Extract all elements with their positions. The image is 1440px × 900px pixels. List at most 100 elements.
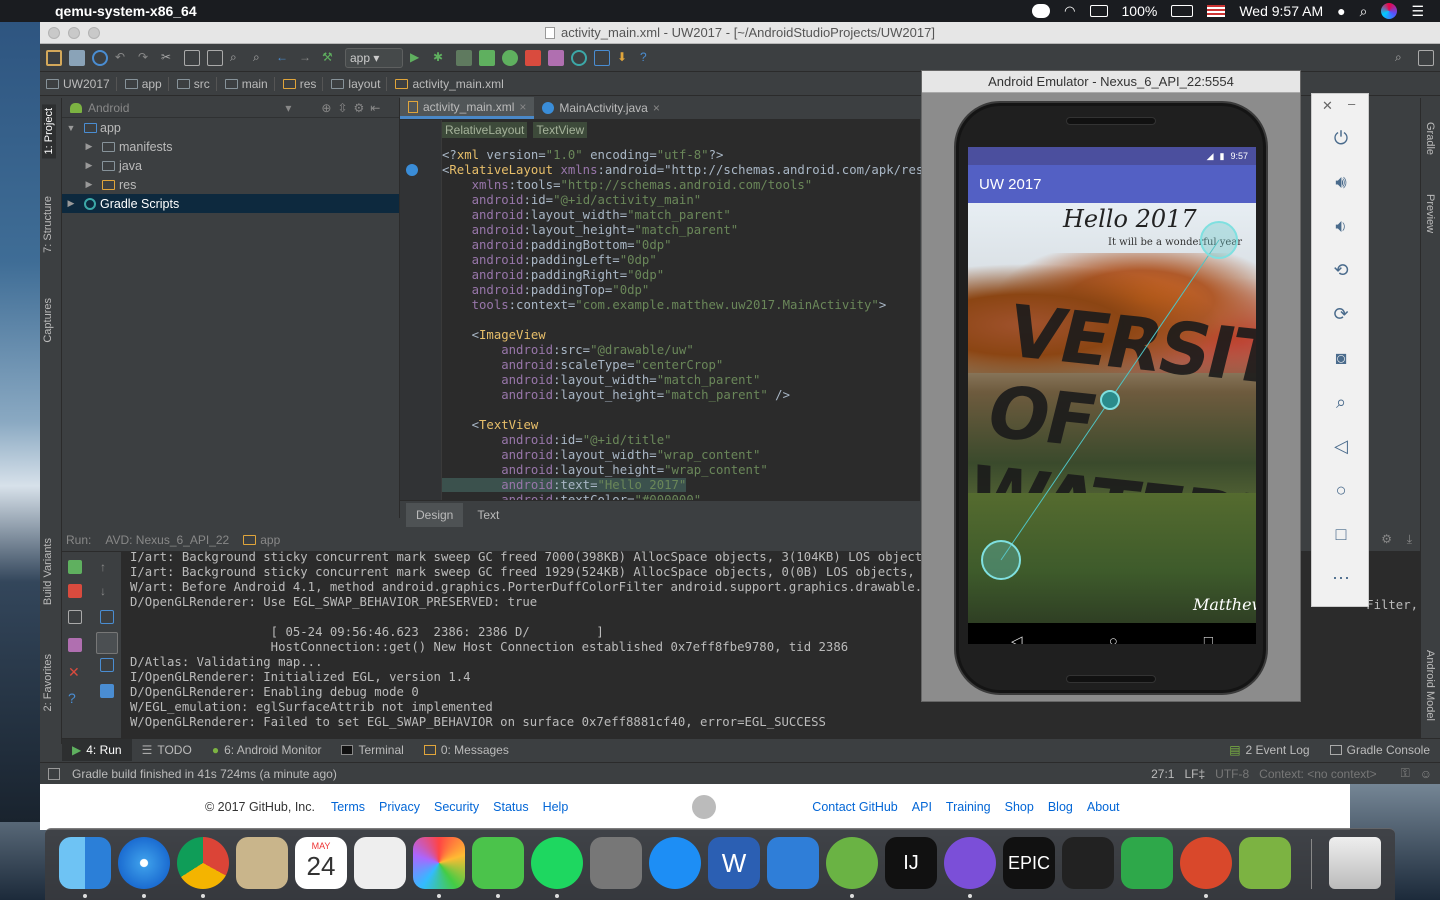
tool-tab-preview[interactable]: Preview (1424, 194, 1436, 233)
run-config-tab[interactable]: AVD: Nexus_6_API_22 (105, 533, 229, 547)
redo-icon[interactable]: ↷ (138, 50, 154, 66)
tool-tab-structure[interactable]: 7: Structure (42, 196, 54, 253)
log-line[interactable]: W/art: Before Android 4.1, method androi… (130, 580, 967, 595)
tree-item-res[interactable]: ▶ res (62, 175, 399, 194)
make-project-icon[interactable]: ⚒ (322, 50, 338, 66)
vectorize-icon[interactable] (1121, 837, 1173, 889)
sync-icon[interactable] (92, 49, 108, 66)
breadcrumb-file[interactable]: activity_main.xml (395, 77, 509, 91)
spotify-icon[interactable] (531, 837, 583, 889)
photos-icon[interactable] (413, 837, 465, 889)
cut-icon[interactable]: ✂ (161, 50, 177, 66)
log-line[interactable]: HostConnection::get() New Host Connectio… (130, 640, 967, 655)
clear-all-icon[interactable] (100, 684, 114, 698)
code-line[interactable]: android:paddingBottom="0dp" (442, 238, 945, 253)
forward-icon[interactable]: → (299, 50, 315, 66)
close-window-button[interactable] (48, 27, 60, 39)
down-arrow-icon[interactable]: ↓ (100, 584, 114, 598)
print-icon[interactable] (100, 658, 114, 672)
code-line[interactable]: android:layout_width="match_parent" (442, 373, 945, 388)
close-tab-icon[interactable]: × (519, 100, 526, 114)
tab-design[interactable]: Design (406, 502, 464, 527)
code-line[interactable]: android:layout_width="match_parent" (442, 208, 945, 223)
code-line[interactable]: android:layout_height="match_parent" /> (442, 388, 945, 403)
tree-item-manifests[interactable]: ▶ manifests (62, 137, 399, 156)
project-structure-icon[interactable] (594, 49, 610, 66)
back-nav-icon[interactable]: ◁ (1011, 632, 1023, 644)
help-icon[interactable]: ? (640, 50, 656, 66)
run-console-output[interactable]: I/art: Background sticky concurrent mark… (130, 550, 967, 730)
code-line[interactable]: android:text="Hello 2017" (442, 478, 945, 493)
run-app-tab[interactable]: app (243, 533, 280, 547)
line-separator[interactable]: LF‡ (1184, 767, 1205, 781)
log-line[interactable]: I/art: Background sticky concurrent mark… (130, 550, 967, 565)
word-icon[interactable]: W (708, 837, 760, 889)
bottom-tab-messages[interactable]: 0: Messages (414, 739, 519, 761)
breadcrumb-layout[interactable]: layout (331, 76, 388, 91)
stop-icon[interactable] (68, 584, 82, 598)
xml-breadcrumb-item[interactable]: RelativeLayout (442, 122, 528, 138)
rotate-left-icon[interactable]: ⟲ (1329, 258, 1353, 282)
code-line[interactable]: android:paddingLeft="0dp" (442, 253, 945, 268)
siri-icon[interactable] (1381, 3, 1398, 19)
expanded-arrow-icon[interactable]: ▼ (66, 123, 76, 133)
close-icon[interactable]: ✕ (68, 664, 82, 680)
tool-tab-captures[interactable]: Captures (42, 298, 54, 343)
intellij-icon[interactable]: IJ (885, 837, 937, 889)
inspector-icon[interactable]: ☺ (1420, 767, 1432, 781)
epic-games-icon[interactable]: EPIC (1003, 837, 1055, 889)
tool-tab-project[interactable]: 1: Project (42, 104, 56, 159)
sdk-manager-icon[interactable]: ⬇ (617, 50, 633, 66)
breadcrumb-app[interactable]: app (124, 76, 169, 91)
back-icon[interactable]: ◁ (1329, 434, 1353, 458)
log-line[interactable]: D/OpenGLRenderer: Enabling debug mode 0 (130, 685, 967, 700)
emulator-title[interactable]: Android Emulator - Nexus_6_API_22:5554 (922, 71, 1300, 93)
undo-icon[interactable]: ↶ (115, 50, 131, 66)
system-preferences-icon[interactable] (590, 837, 642, 889)
code-line[interactable]: <TextView (442, 418, 945, 433)
app-store-icon[interactable] (649, 837, 701, 889)
tool-tab-favorites[interactable]: 2: Favorites (42, 654, 54, 711)
replace-icon[interactable]: ⌕ (253, 50, 269, 66)
code-line[interactable]: tools:context="com.example.matthew.uw201… (442, 298, 945, 313)
chrome-icon[interactable] (177, 837, 229, 889)
tab-text[interactable]: Text (467, 503, 509, 527)
code-line[interactable]: <?xml version="1.0" encoding="utf-8"?> (442, 148, 945, 163)
github-logo-icon[interactable] (692, 795, 717, 819)
preview-icon[interactable] (236, 837, 288, 889)
layout-icon[interactable] (1418, 49, 1434, 66)
battery-icon[interactable] (1171, 5, 1194, 17)
footer-link-training[interactable]: Training (946, 800, 991, 814)
collapsed-arrow-icon[interactable]: ▶ (84, 179, 94, 190)
copy-icon[interactable] (184, 49, 200, 66)
tree-item-app[interactable]: ▼ app (62, 118, 399, 137)
tool-tab-android-model[interactable]: Android Model (1424, 650, 1436, 721)
save-icon[interactable] (69, 49, 85, 66)
open-icon[interactable] (46, 49, 62, 66)
code-line[interactable]: android:paddingRight="0dp" (442, 268, 945, 283)
code-line[interactable]: android:scaleType="centerCrop" (442, 358, 945, 373)
file-encoding[interactable]: UTF-8 (1215, 767, 1249, 781)
find-icon[interactable]: ⌕ (230, 50, 246, 66)
minimize-panel-icon[interactable]: ⤓ (1407, 532, 1412, 547)
breadcrumb-src[interactable]: src (176, 76, 217, 91)
sync-gradle-icon[interactable] (571, 49, 587, 66)
close-tab-icon[interactable]: × (653, 101, 660, 115)
footer-link-status[interactable]: Status (493, 800, 528, 814)
bottom-tab-todo[interactable]: ☰ TODO (132, 739, 202, 761)
log-line[interactable]: I/art: Background sticky concurrent mark… (130, 565, 967, 580)
footer-link-blog[interactable]: Blog (1048, 800, 1073, 814)
log-line[interactable]: D/Atlas: Validating map... (130, 655, 967, 670)
code-text[interactable]: <?xml version="1.0" encoding="utf-8"?> <R… (442, 148, 945, 508)
layout-icon[interactable] (68, 610, 82, 624)
android-sdk-icon[interactable] (1239, 837, 1291, 889)
tool-tab-gradle[interactable]: Gradle (1424, 122, 1436, 155)
code-line[interactable]: android:layout_height="wrap_content" (442, 463, 945, 478)
code-line[interactable]: android:paddingTop="0dp" (442, 283, 945, 298)
footer-link-contact[interactable]: Contact GitHub (812, 800, 897, 814)
wechat-status-icon[interactable] (1032, 4, 1051, 18)
collapsed-arrow-icon[interactable]: ▶ (84, 160, 94, 171)
tree-item-gradle-scripts[interactable]: ▶ Gradle Scripts (62, 194, 399, 213)
footer-link-security[interactable]: Security (434, 800, 479, 814)
sync-scroll-icon[interactable]: ⊕ (321, 101, 331, 115)
